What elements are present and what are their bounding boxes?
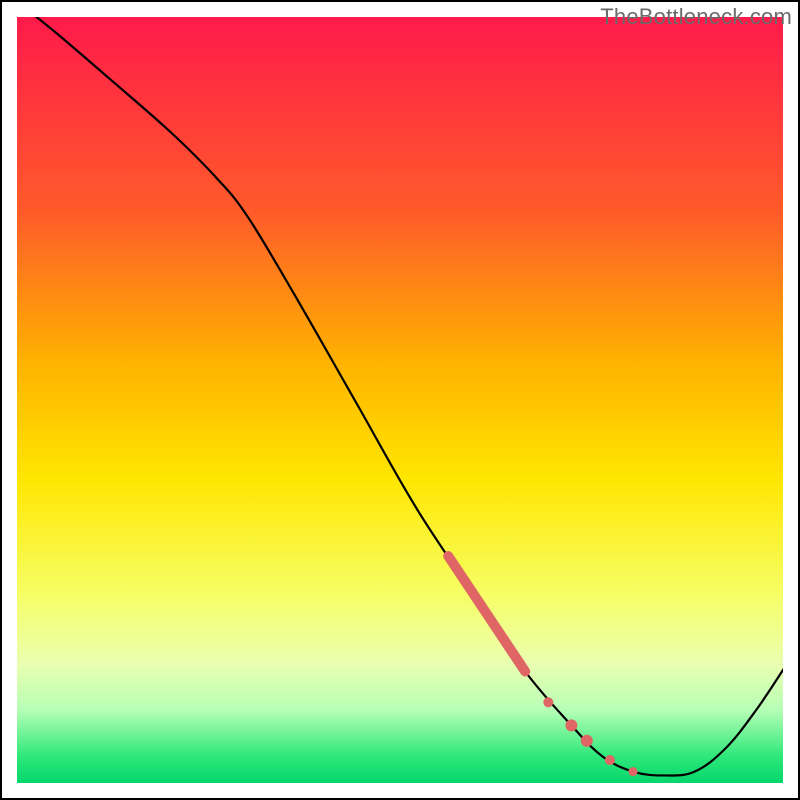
highlight-dot xyxy=(605,755,615,765)
highlight-dot xyxy=(565,719,577,731)
chart-svg xyxy=(17,17,783,783)
highlight-dot xyxy=(581,735,593,747)
gradient-background xyxy=(17,17,783,783)
chart-frame: TheBottleneck.com xyxy=(0,0,800,800)
highlight-dot xyxy=(629,767,638,776)
watermark-text: TheBottleneck.com xyxy=(600,4,792,30)
highlight-dot xyxy=(543,697,553,707)
plot-area xyxy=(17,17,783,783)
